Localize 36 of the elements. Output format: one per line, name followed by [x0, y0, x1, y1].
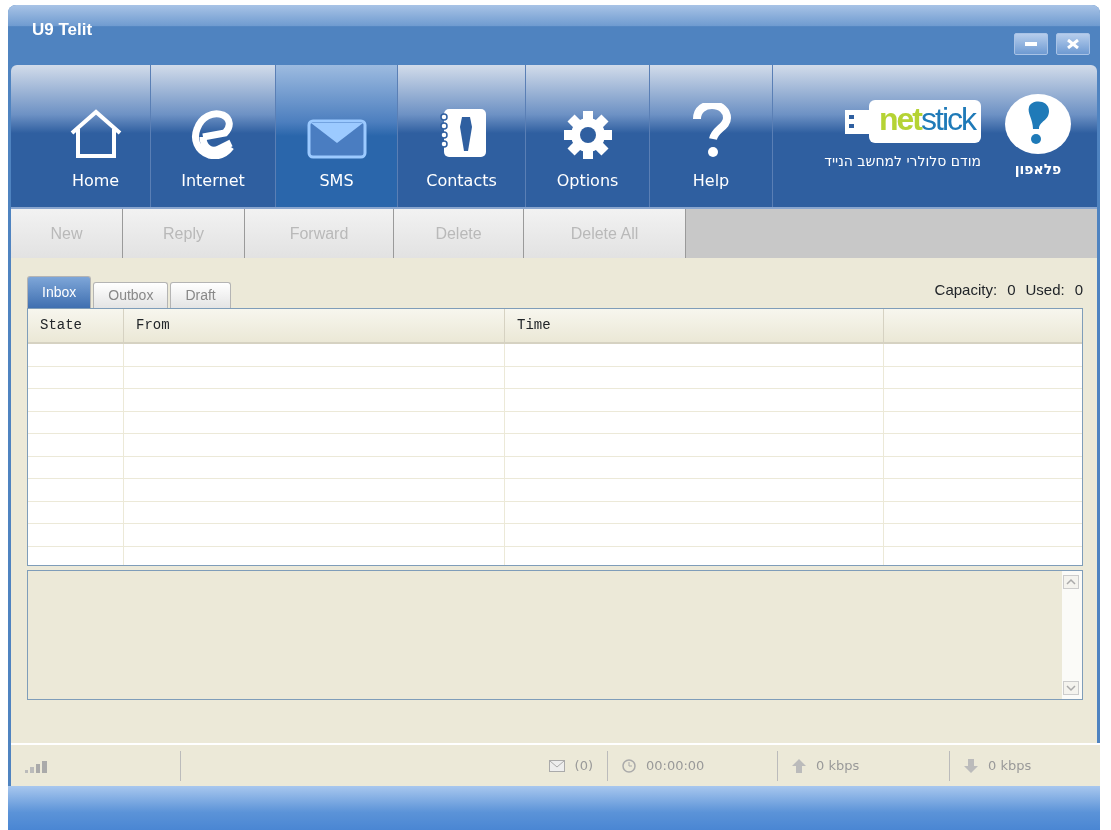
question-mark-icon [691, 103, 731, 159]
usb-plug-icon [843, 107, 869, 136]
gear-icon [563, 111, 612, 159]
connection-timer: 00:00:00 [646, 756, 705, 775]
close-button[interactable] [1056, 33, 1090, 55]
column-header: Time [505, 309, 884, 342]
brand-name: פלאפון [1014, 159, 1062, 179]
window-title: U9 Telit [32, 19, 93, 41]
upload-speed: 0 kbps [816, 756, 860, 775]
minimize-button[interactable] [1014, 33, 1048, 55]
letter-e-icon [191, 109, 235, 159]
capacity-value: 0 [1007, 279, 1016, 300]
capacity-label: Capacity: [934, 279, 998, 300]
nav-tab[interactable]: Options [526, 65, 650, 207]
clock-icon [622, 758, 636, 773]
upload-arrow-icon [792, 758, 806, 773]
signal-icon [25, 758, 49, 773]
tab[interactable]: Outbox [93, 282, 169, 308]
column-header: From [124, 309, 505, 342]
download-arrow-icon [964, 758, 978, 773]
nav-tab[interactable]: Contacts [398, 65, 526, 207]
column-header: State [28, 309, 124, 342]
envelope-icon [306, 119, 367, 159]
minimize-icon [1025, 42, 1037, 46]
close-icon [1067, 39, 1079, 49]
download-speed: 0 kbps [988, 756, 1032, 775]
logo-tagline: מודם סלולרי למחשב הנייד [824, 152, 981, 172]
brand-logo-icon [1003, 92, 1073, 155]
nav-tab[interactable]: SMS [276, 65, 398, 207]
netstick-logo: netstick [843, 99, 981, 144]
envelope-icon [548, 759, 565, 772]
used-value: 0 [1074, 279, 1083, 300]
used-label: Used: [1025, 279, 1065, 300]
tab[interactable]: Inbox [27, 276, 92, 308]
sms-count: (0) [574, 756, 593, 775]
tab[interactable]: Draft [170, 282, 231, 308]
